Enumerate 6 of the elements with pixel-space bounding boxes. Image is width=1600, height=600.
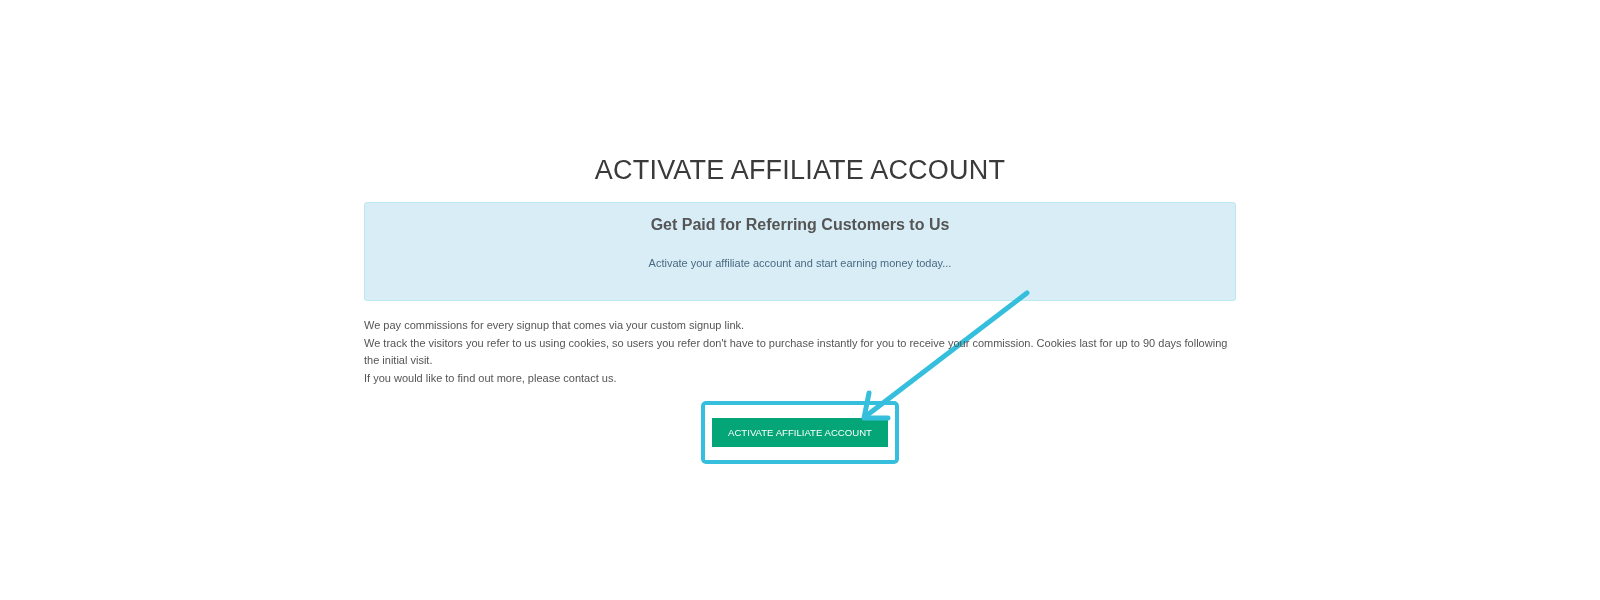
banner-text: Activate your affiliate account and start earning money today... [648,256,952,271]
activate-button[interactable]: ACTIVATE AFFILIATE ACCOUNT [712,418,888,447]
page-title: ACTIVATE AFFILIATE ACCOUNT [594,154,1006,187]
banner-heading: Get Paid for Referring Customers to Us [650,215,950,235]
description-text: We pay commissions for every signup that comes via your custom signup link. [364,318,746,333]
description-text: If you would like to find out more, please contact us. [364,370,618,386]
